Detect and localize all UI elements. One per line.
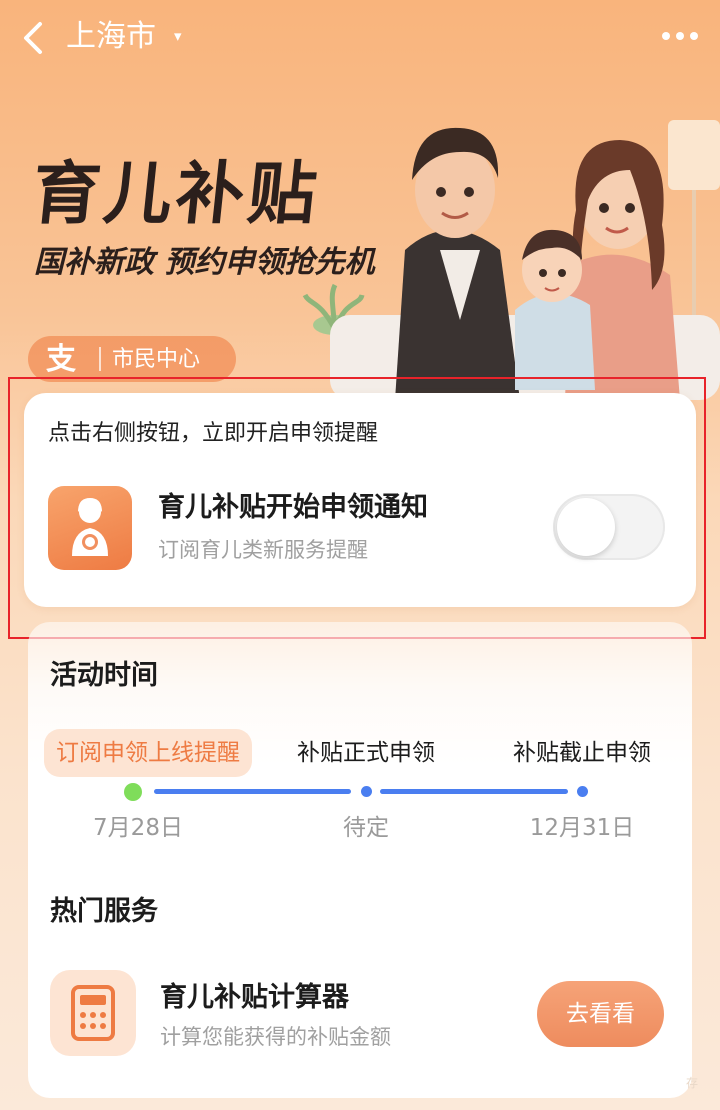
timeline-start-dot xyxy=(124,783,142,801)
toggle-knob[interactable] xyxy=(557,498,615,556)
stage-label-apply: 补贴正式申领 xyxy=(297,740,435,766)
city-selector[interactable]: 上海市 xyxy=(66,14,156,60)
badge-label: 市民中心 xyxy=(112,347,201,372)
stage-label-deadline: 补贴截止申领 xyxy=(513,740,651,766)
services-title: 热门服务 xyxy=(50,896,158,927)
hero-title: 育儿补贴 xyxy=(27,155,325,234)
service-description: 计算您能获得的补贴金额 xyxy=(160,1025,391,1049)
timeline-segment xyxy=(380,789,568,794)
badge-divider xyxy=(99,347,101,371)
calculator-icon xyxy=(71,985,115,1041)
service-icon-tile xyxy=(50,970,136,1056)
stage-date-subscribe: 7月28日 xyxy=(93,815,183,841)
watermark: 存 xyxy=(686,1076,699,1090)
timeline-segment xyxy=(154,789,351,794)
timeline-dot xyxy=(577,786,588,797)
view-service-button[interactable]: 去看看 xyxy=(537,981,664,1047)
reminder-hint: 点击右侧按钮，立即开启申领提醒 xyxy=(48,421,379,446)
stage-date-deadline: 12月31日 xyxy=(529,815,635,841)
back-arrow-icon[interactable] xyxy=(20,18,48,58)
notification-tile xyxy=(48,486,132,570)
chevron-down-icon[interactable]: ▾ xyxy=(174,27,182,45)
stage-date-apply: 待定 xyxy=(343,815,389,841)
notification-title: 育儿补贴开始申领通知 xyxy=(158,492,428,523)
timeline-dot xyxy=(361,786,372,797)
notification-description: 订阅育儿类新服务提醒 xyxy=(158,538,368,562)
family-illustration xyxy=(302,120,720,400)
mother-child-icon xyxy=(72,498,108,556)
activity-title: 活动时间 xyxy=(50,660,158,691)
more-options-icon[interactable] xyxy=(656,26,704,46)
alipay-logo-icon: 支 xyxy=(46,342,76,377)
service-title: 育儿补贴计算器 xyxy=(160,982,349,1013)
stage-label-subscribe: 订阅申领上线提醒 xyxy=(56,740,240,766)
